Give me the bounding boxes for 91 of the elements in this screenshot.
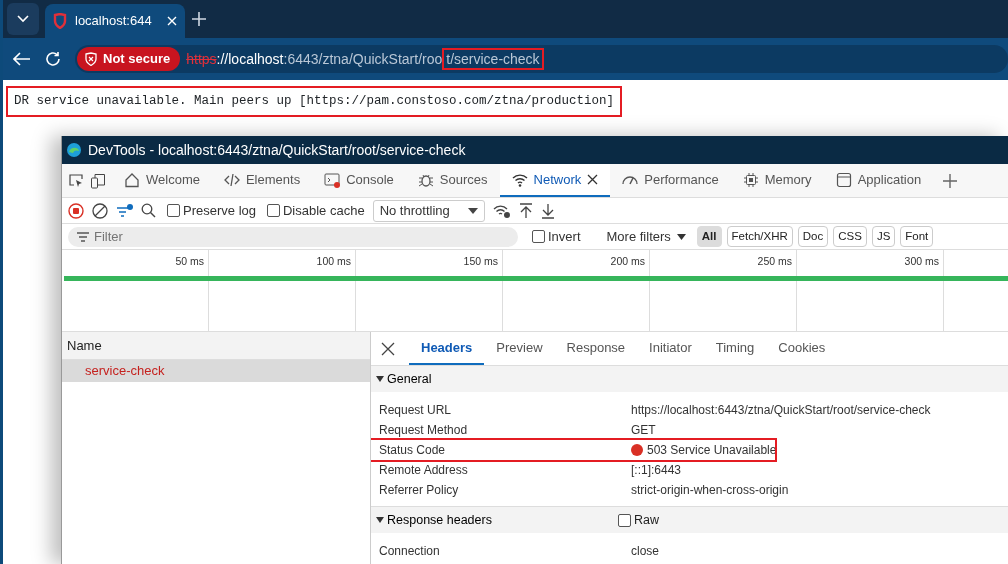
url-text: :6443/ztna/QuickStart/roo <box>283 50 443 67</box>
time-tick: 300 ms <box>904 254 939 268</box>
time-tick: 50 ms <box>175 254 204 268</box>
devtools-tab[interactable]: Performance <box>610 164 731 197</box>
header-name: Referrer Policy <box>379 482 460 499</box>
section-toggle[interactable]: Response headers <box>376 510 492 530</box>
header-name: Remote Address <box>379 462 469 479</box>
devtools-tab[interactable]: Network <box>499 164 611 197</box>
new-tab-icon[interactable] <box>191 11 207 27</box>
header-name: Status Code <box>379 442 447 459</box>
checkbox-label[interactable]: Disable cache <box>283 200 365 221</box>
header-name: Connection <box>379 543 441 560</box>
filter-icon <box>77 231 89 242</box>
caret-icon <box>676 233 686 240</box>
checkbox[interactable] <box>267 204 280 217</box>
chevron-down-icon <box>17 15 29 23</box>
filter-type-chip[interactable]: All <box>696 225 722 248</box>
column-header: Name <box>62 332 370 360</box>
close-icon[interactable] <box>381 341 395 356</box>
add-tab-icon[interactable] <box>943 173 958 188</box>
caret-icon <box>467 207 478 214</box>
request-row[interactable]: service-check <box>62 360 370 382</box>
filter-type-chip[interactable]: Font <box>900 225 934 248</box>
filter-settings-icon[interactable] <box>116 202 133 219</box>
devtools-tab[interactable]: Welcome <box>112 164 212 197</box>
inspect-icon[interactable] <box>68 172 84 189</box>
header-value: https://localhost:6443/ztna/QuickStart/root/service-check <box>631 402 931 419</box>
details-tab[interactable]: Preview <box>484 332 555 365</box>
header-value: [::1]:6443 <box>631 462 682 479</box>
more-filters-dropdown[interactable]: More filters <box>600 225 692 248</box>
address-bar[interactable]: Not secure https://localhost:6443/ztna/QuickStart/roo t/service-check <box>75 45 1008 73</box>
devtools-tab[interactable]: Sources <box>405 164 500 197</box>
app-logo-icon <box>66 142 82 158</box>
url-text: https <box>186 50 217 67</box>
triangle-icon <box>376 375 384 383</box>
record-icon[interactable] <box>68 202 84 219</box>
time-tick: 200 ms <box>610 254 645 268</box>
throttling-dropdown[interactable]: No throttling <box>372 199 485 222</box>
filter-field[interactable]: Filter <box>68 226 518 247</box>
checkbox-label[interactable]: Raw <box>633 510 659 530</box>
header-value: strict-origin-when-cross-origin <box>631 482 789 499</box>
triangle-icon <box>376 516 384 524</box>
refresh-icon[interactable] <box>45 51 61 67</box>
header-value: GET <box>631 422 656 439</box>
shield-icon <box>53 13 67 29</box>
upload-icon[interactable] <box>518 202 533 219</box>
chip-icon <box>742 171 759 188</box>
filter-type-chip[interactable]: JS <box>871 225 896 248</box>
time-tick: 100 ms <box>316 254 351 268</box>
url-text: ://localhost <box>216 50 284 67</box>
tab-list-button[interactable] <box>7 3 39 35</box>
details-tab[interactable]: Cookies <box>766 332 838 365</box>
devtools-tab[interactable]: Console <box>312 164 406 197</box>
security-badge[interactable]: Not secure <box>77 47 181 71</box>
url-text: t/service-check <box>442 47 544 70</box>
checkbox-label[interactable]: Invert <box>548 226 581 247</box>
filter-type-chip[interactable]: Doc <box>797 225 829 248</box>
download-icon[interactable] <box>540 202 555 219</box>
checkbox[interactable] <box>532 230 545 243</box>
window-icon <box>835 171 852 188</box>
details-tab[interactable]: Timing <box>703 332 767 365</box>
page-message: DR service unavailable. Main peers up [https://pam.constoso.com/ztna/production] <box>6 86 623 117</box>
header-value: close <box>631 543 659 560</box>
time-tick: 250 ms <box>757 254 792 268</box>
house-icon <box>124 171 140 188</box>
header-value: 503 Service Unavailable <box>647 442 777 459</box>
device-icon[interactable] <box>90 172 106 189</box>
devtools-tab[interactable]: Elements <box>211 164 313 197</box>
close-icon[interactable] <box>587 174 599 185</box>
header-name: Request Method <box>379 422 469 439</box>
devtools-tab[interactable]: Application <box>823 164 934 197</box>
search-icon[interactable] <box>141 203 156 218</box>
code-icon <box>223 171 240 188</box>
section-toggle[interactable]: General <box>376 369 432 389</box>
back-icon[interactable] <box>13 52 31 66</box>
time-tick: 150 ms <box>463 254 498 268</box>
console-icon <box>324 171 341 188</box>
details-tab[interactable]: Initiator <box>637 332 704 365</box>
filter-type-chip[interactable]: Fetch/XHR <box>726 225 793 248</box>
devtools-tab[interactable]: Memory <box>730 164 824 197</box>
clear-icon[interactable] <box>92 202 108 219</box>
shield-x-icon <box>85 52 97 66</box>
checkbox[interactable] <box>167 204 180 217</box>
details-tab[interactable]: Response <box>554 332 638 365</box>
header-name: Request URL <box>379 402 453 419</box>
checkbox[interactable] <box>617 513 631 527</box>
window-title: DevTools - localhost:6443/ztna/QuickStart/root/service-check <box>88 140 466 160</box>
browser-tab[interactable]: localhost:644 <box>45 4 185 38</box>
checkbox-label[interactable]: Preserve log <box>183 200 256 221</box>
status-dot <box>631 444 643 456</box>
filter-type-chip[interactable]: CSS <box>833 225 867 248</box>
